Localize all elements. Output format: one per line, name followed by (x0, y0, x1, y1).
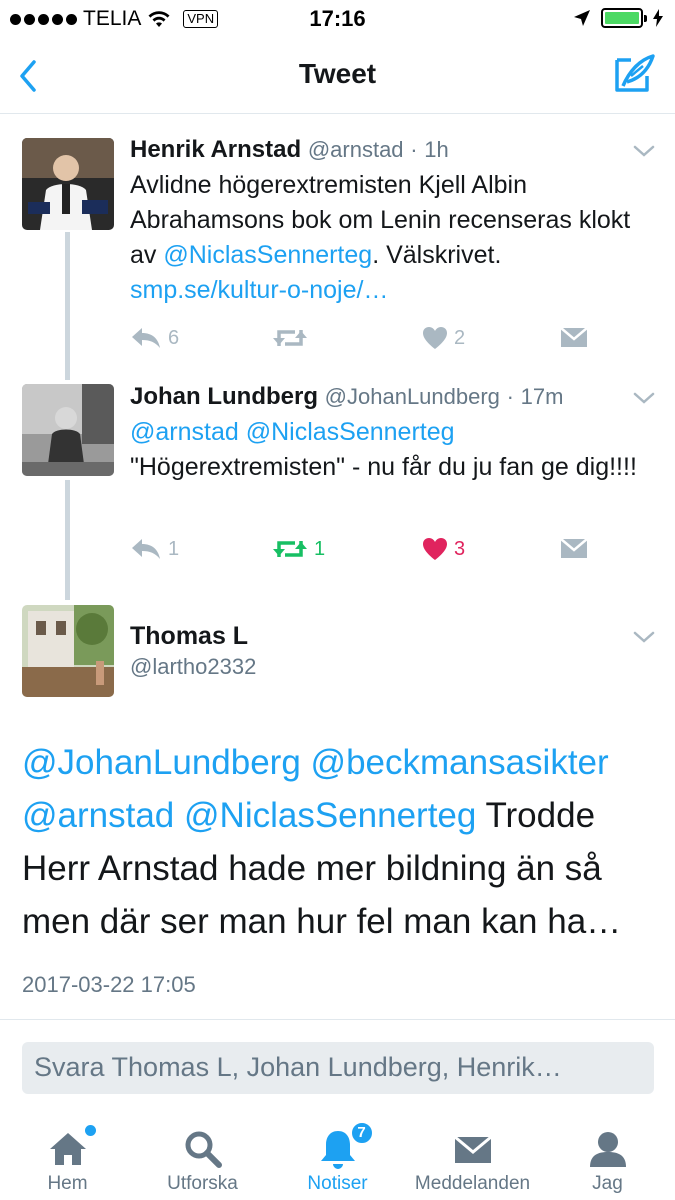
avatar[interactable] (22, 138, 114, 230)
battery-icon (601, 8, 647, 28)
tab-explore[interactable]: Utforska (135, 1115, 270, 1195)
tweet-timestamp: 2017-03-22 17:05 (22, 972, 196, 997)
new-content-dot (84, 1125, 96, 1136)
mention-link[interactable]: @JohanLundberg (22, 743, 301, 782)
tweet-actions: 6 2 (130, 326, 600, 356)
author-handle[interactable]: @arnstad (308, 137, 404, 162)
mention-link[interactable]: @arnstad (22, 796, 174, 835)
profile-icon (589, 1132, 626, 1167)
reply-icon (132, 539, 160, 559)
author-name[interactable]: Henrik Arnstad (130, 136, 301, 163)
divider (0, 1019, 675, 1020)
tab-label: Utforska (167, 1173, 238, 1194)
reply-button[interactable]: 1 (130, 537, 179, 561)
status-right (573, 8, 663, 28)
chevron-down-icon[interactable] (633, 630, 655, 644)
home-icon (49, 1133, 86, 1165)
tab-label: Notiser (307, 1173, 368, 1194)
thread-line (65, 232, 70, 380)
page-title: Tweet (298, 58, 377, 89)
tab-home[interactable]: Hem (0, 1115, 135, 1195)
retweet-icon (273, 330, 307, 346)
heart-icon (423, 327, 447, 349)
mention-link[interactable]: @arnstad (130, 418, 239, 446)
tweet-header: Johan Lundberg @JohanLundberg · 17m (130, 383, 564, 410)
tab-label: Hem (47, 1173, 88, 1194)
tweet-age: 1h (424, 137, 449, 162)
tab-bar: Hem Utforska 7 Notiser Meddelanden Jag (0, 1115, 675, 1200)
dm-button[interactable] (560, 537, 588, 559)
tab-messages[interactable]: Meddelanden (405, 1115, 540, 1195)
notification-count-badge: 7 (349, 1121, 374, 1145)
reply-button[interactable]: 6 (130, 326, 179, 350)
tweet-age: 17m (520, 384, 564, 409)
dm-button[interactable] (560, 326, 588, 348)
mention-link[interactable]: @NiclasSennerteg (163, 241, 372, 269)
author-name[interactable]: Thomas L (130, 622, 248, 651)
tab-label: Meddelanden (414, 1173, 531, 1194)
author-handle[interactable]: @JohanLundberg (325, 384, 500, 409)
mention-link[interactable]: @NiclasSennerteg (246, 418, 455, 446)
mention-link[interactable]: @beckmansasikter (311, 743, 609, 782)
chevron-down-icon[interactable] (633, 144, 655, 158)
like-button[interactable]: 3 (422, 537, 465, 561)
search-icon (185, 1131, 222, 1168)
compose-button[interactable] (613, 52, 657, 96)
tab-me[interactable]: Jag (540, 1115, 675, 1195)
thread-line (65, 480, 70, 600)
envelope-icon (560, 538, 588, 558)
heart-icon (423, 538, 447, 560)
chevron-down-icon[interactable] (633, 391, 655, 405)
retweet-button[interactable] (272, 326, 314, 350)
reply-input[interactable]: Svara Thomas L, Johan Lundberg, Henrik… (22, 1042, 654, 1094)
location-arrow-icon (574, 10, 590, 26)
mention-link[interactable]: @NiclasSennerteg (184, 796, 476, 835)
tab-notifications[interactable]: 7 Notiser (270, 1115, 405, 1195)
url-link[interactable]: smp.se/kultur-o-noje/… (130, 276, 388, 304)
author-handle[interactable]: @lartho2332 (130, 654, 256, 680)
avatar[interactable] (22, 605, 114, 697)
reply-icon (132, 328, 160, 348)
compose-tweet-icon (615, 54, 655, 92)
retweet-button[interactable]: 1 (272, 537, 325, 561)
tweet-text: @JohanLundberg @beckmansasikter @arnstad… (22, 743, 622, 941)
envelope-icon (560, 327, 588, 347)
tweet-actions: 1 1 3 (130, 537, 600, 567)
charging-bolt-icon (653, 9, 663, 27)
author-name[interactable]: Johan Lundberg (130, 383, 318, 410)
status-bar: TELIA VPN 17:16 (0, 0, 675, 40)
tab-label: Jag (592, 1173, 623, 1194)
like-button[interactable]: 2 (422, 326, 465, 350)
retweet-icon (273, 541, 307, 557)
envelope-icon (453, 1135, 492, 1163)
avatar[interactable] (22, 384, 114, 476)
tweet-text: Avlidne högerextremisten Kjell Albin Abr… (130, 171, 631, 304)
tweet-header: Henrik Arnstad @arnstad · 1h (130, 136, 449, 163)
nav-bar: Tweet (0, 40, 675, 114)
tweet-text: @arnstad @NiclasSennerteg "Högerextremis… (130, 418, 637, 481)
